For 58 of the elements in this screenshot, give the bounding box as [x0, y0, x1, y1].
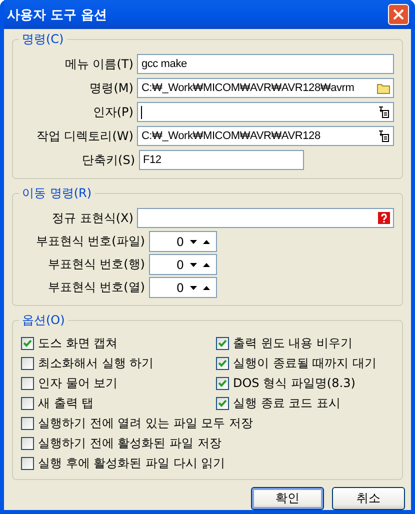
checkbox[interactable] — [21, 396, 34, 410]
folder-icon[interactable] — [377, 82, 390, 94]
spin-field[interactable]: 0 — [149, 277, 217, 298]
checkbox[interactable] — [21, 456, 34, 470]
checkbox[interactable] — [216, 396, 229, 410]
help-icon[interactable] — [378, 212, 390, 224]
dialog-button[interactable]: 확인 — [251, 487, 324, 510]
checkbox[interactable] — [21, 356, 34, 370]
text-field[interactable]: C:₩_Work₩MICOM₩AVR₩AVR128₩avrm — [137, 78, 394, 98]
up-arrow-icon[interactable] — [203, 262, 210, 266]
text-field[interactable] — [137, 102, 394, 122]
checkbox[interactable] — [216, 356, 229, 370]
checkbox[interactable] — [21, 336, 34, 350]
field-label: 부표현식 번호(행) — [46, 256, 146, 273]
checkbox[interactable] — [216, 336, 229, 350]
insert-icon[interactable] — [378, 106, 390, 118]
checkbox-label: 실행이 종료될 때까지 대기 — [233, 354, 376, 372]
group-title: 명령(C) — [19, 32, 67, 46]
up-arrow-icon[interactable] — [203, 240, 210, 244]
checkbox-label: 최소화해서 실행 하기 — [38, 354, 154, 372]
field-label: 인자(P) — [92, 104, 134, 120]
field-label: 명령(M) — [88, 80, 134, 96]
checkbox[interactable] — [21, 376, 34, 390]
field-label: 부표현식 번호(파일) — [34, 233, 146, 250]
insert-icon[interactable] — [378, 130, 390, 142]
text-field[interactable]: F12 — [139, 150, 304, 170]
down-arrow-icon[interactable] — [190, 240, 197, 244]
close-icon[interactable] — [393, 9, 404, 20]
close-button[interactable] — [388, 4, 409, 25]
checkbox-label: 실행 후에 활성화된 파일 다시 읽기 — [38, 454, 226, 472]
down-arrow-icon[interactable] — [190, 286, 197, 290]
field-label: 메뉴 이름(T) — [64, 56, 134, 72]
checkbox-label: 새 출력 탭 — [38, 394, 94, 412]
text-field[interactable]: gcc make — [137, 54, 394, 74]
checkbox-label: 인자 물어 보기 — [38, 374, 118, 392]
checkbox-label: DOS 형식 파일명(8.3) — [233, 374, 356, 392]
spin-field[interactable]: 0 — [149, 254, 217, 275]
group-title: 옵션(O) — [19, 313, 68, 327]
down-arrow-icon[interactable] — [190, 262, 197, 266]
field-label: 정규 표현식(X) — [51, 210, 134, 226]
field-label: 작업 디렉토리(W) — [35, 128, 134, 144]
checkbox-label: 실행하기 전에 열려 있는 파일 모두 저장 — [38, 414, 253, 432]
checkbox[interactable] — [21, 436, 34, 450]
checkbox[interactable] — [216, 376, 229, 390]
checkbox-label: 도스 화면 캡쳐 — [38, 334, 118, 352]
checkbox[interactable] — [21, 416, 34, 430]
field-label: 부표현식 번호(열) — [46, 279, 146, 296]
up-arrow-icon[interactable] — [203, 286, 210, 290]
text-field[interactable]: C:₩_Work₩MICOM₩AVR₩AVR128 — [137, 126, 394, 146]
spin-field[interactable]: 0 — [149, 231, 217, 252]
window-title: 사용자 도구 옵션 — [7, 6, 108, 24]
group-title: 이동 명령(R) — [19, 186, 95, 200]
checkbox-label: 실행 종료 코드 표시 — [233, 394, 340, 412]
field-label: 단축키(S) — [81, 152, 136, 168]
checkbox-label: 출력 윈도 내용 비우기 — [233, 334, 352, 352]
dialog-button[interactable]: 취소 — [332, 487, 405, 510]
text-field[interactable] — [137, 208, 394, 228]
checkbox-label: 실행하기 전에 활성화된 파일 저장 — [38, 434, 222, 452]
